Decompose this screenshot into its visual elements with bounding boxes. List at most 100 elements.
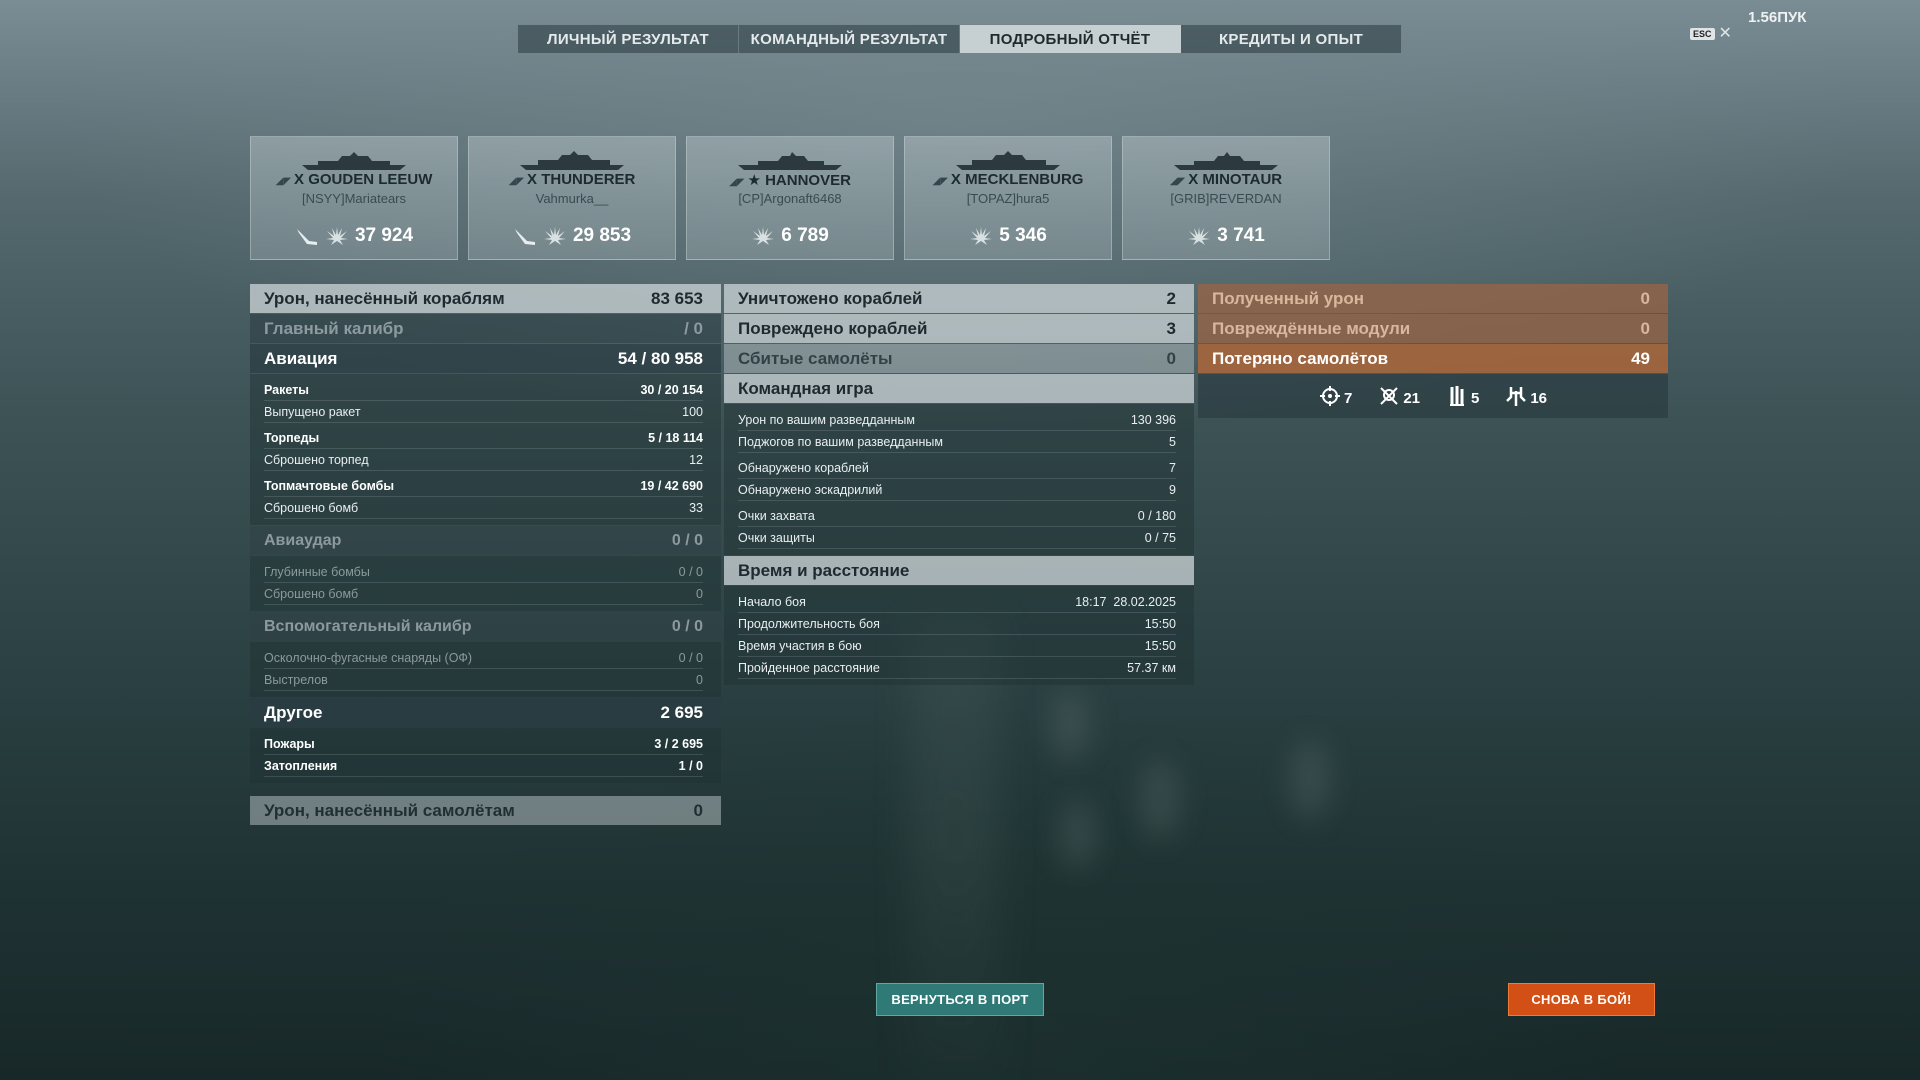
player-name: [CP]Argonaft6468	[738, 191, 842, 206]
row-value: 83 653	[651, 288, 703, 308]
main-battery-row: Главный калибр / 0	[250, 314, 721, 343]
row-value: 130 396	[1130, 412, 1176, 427]
close-icon: ✕	[1718, 25, 1732, 42]
ship-tier: ★	[747, 172, 761, 189]
time-distance-details: Начало боя 18:17 28.02.2025 Продолжительн…	[724, 586, 1194, 685]
skip-bombs-row: Топмачтовые бомбы 19 / 42 690	[264, 475, 703, 497]
row-label: Пожары	[264, 736, 315, 751]
ships-damaged-row: Повреждено кораблей 3	[724, 314, 1194, 343]
row-value: / 0	[684, 318, 703, 338]
row-value: 15:50	[1144, 616, 1176, 631]
bombs-dropped-row: Сброшено бомб 33	[264, 497, 703, 519]
return-to-port-button[interactable]: ВЕРНУТЬСЯ В ПОРТ	[876, 983, 1044, 1016]
row-value: 2	[1166, 288, 1176, 308]
row-value: 15:50	[1144, 638, 1176, 653]
participation-time-row: Время участия в бою 15:50	[738, 635, 1176, 657]
row-label: Выстрелов	[264, 672, 328, 687]
bomber-stat: 5	[1446, 385, 1479, 407]
row-label: Очки защиты	[738, 530, 815, 545]
row-value: 57.37 км	[1127, 660, 1176, 675]
ship-silhouette-icon	[1174, 152, 1278, 170]
spotting-fires-row: Поджогов по вашим разведданным 5	[738, 431, 1176, 453]
spotting-damage-row: Урон по вашим разведданным 130 396	[738, 409, 1176, 431]
damage-icon	[1188, 227, 1211, 245]
row-label: Главный калибр	[264, 318, 404, 338]
ship-name: ◢◤ X THUNDERER	[508, 171, 636, 188]
damage-icon	[752, 227, 775, 245]
plane-count: 16	[1530, 390, 1548, 407]
damage-value: 3 741	[1217, 225, 1265, 246]
battle-again-button[interactable]: СНОВА В БОЙ!	[1508, 983, 1655, 1016]
row-value: 19 / 42 690	[640, 478, 703, 493]
torpedoes-row: Торпеды 5 / 18 114	[264, 427, 703, 449]
close-button[interactable]: ESC ✕	[1690, 25, 1732, 42]
row-label: Полученный урон	[1212, 288, 1365, 308]
damage-icon	[543, 227, 566, 245]
ships-destroyed-row: Уничтожено кораблей 2	[724, 284, 1194, 313]
row-value: 30 / 20 154	[640, 382, 703, 397]
team-card[interactable]: ◢◤ X MINOTAUR [GRIB]REVERDAN 3 741	[1122, 136, 1330, 260]
battle-start-row: Начало боя 18:17 28.02.2025	[738, 591, 1176, 613]
row-label: Обнаружено кораблей	[738, 460, 869, 475]
airstrike-details: Глубинные бомбы 0 / 0 Сброшено бомб 0	[250, 556, 721, 611]
tab-detailed-report[interactable]: ПОДРОБНЫЙ ОТЧЁТ	[960, 25, 1181, 53]
planes-lost-breakdown: 7 21 5 16	[1198, 374, 1668, 418]
row-value: 0 / 180	[1137, 508, 1176, 523]
row-label: Сброшено торпед	[264, 452, 369, 467]
tab-credits-xp[interactable]: КРЕДИТЫ И ОПЫТ	[1181, 25, 1401, 53]
row-value: 3 / 2 695	[654, 736, 703, 751]
ship-silhouette-icon	[738, 152, 842, 170]
team-card[interactable]: ◢◤ X MECKLENBURG [TOPAZ]hura5 5 346	[904, 136, 1112, 260]
row-value: 5 / 18 114	[648, 430, 703, 445]
row-label: Пройденное расстояние	[738, 660, 880, 675]
card-stats: 3 741	[1123, 225, 1329, 247]
row-label: Ракеты	[264, 382, 309, 397]
ship-name: ◢◤ X MINOTAUR	[1169, 171, 1283, 188]
row-label: Сбитые самолёты	[738, 348, 893, 368]
row-value: 1 / 0	[678, 758, 703, 773]
ship-blur	[1140, 760, 1180, 840]
torpedoes-dropped-row: Сброшено торпед 12	[264, 449, 703, 471]
tab-personal-result[interactable]: ЛИЧНЫЙ РЕЗУЛЬТАТ	[518, 25, 739, 53]
row-value: 0	[696, 586, 703, 601]
version-label: 1.56ПУК	[1748, 9, 1807, 26]
damage-to-ships-row: Урон, нанесённый кораблям 83 653	[250, 284, 721, 313]
row-label: Затопления	[264, 758, 338, 773]
ship-tier: X	[1188, 171, 1199, 188]
bomber-icon	[1450, 386, 1464, 406]
damage-value: 5 346	[999, 225, 1047, 246]
team-card[interactable]: ◢◤ X GOUDEN LEEUW [NSYY]Mariatears 37 924	[250, 136, 458, 260]
row-value: 0 / 0	[678, 650, 703, 665]
team-card[interactable]: ◢◤ ★ HANNOVER [CP]Argonaft6468 6 789	[686, 136, 894, 260]
other-details: Пожары 3 / 2 695 Затопления 1 / 0	[250, 728, 721, 783]
row-label: Урон, нанесённый самолётам	[264, 800, 515, 820]
ship-name-text: THUNDERER	[541, 171, 636, 188]
row-label: Повреждено кораблей	[738, 318, 928, 338]
row-label: Топмачтовые бомбы	[264, 478, 395, 493]
defense-points-row: Очки защиты 0 / 75	[738, 527, 1176, 549]
ship-name-text: HANNOVER	[765, 172, 851, 189]
attack-aircraft-icon	[1319, 386, 1340, 406]
row-value: 0	[1640, 318, 1650, 338]
tab-team-result[interactable]: КОМАНДНЫЙ РЕЗУЛЬТАТ	[739, 25, 960, 53]
row-label: Вспомогательный калибр	[264, 617, 472, 635]
row-value: 3	[1166, 318, 1176, 338]
row-value: 0 / 75	[1144, 530, 1176, 545]
row-value: 0	[1166, 348, 1176, 368]
row-label: Глубинные бомбы	[264, 564, 370, 579]
damage-received-panel: Полученный урон 0 Повреждённые модули 0 …	[1198, 284, 1668, 418]
team-card[interactable]: ◢◤ X THUNDERER Vahmurka__ 29 853	[468, 136, 676, 260]
row-label: Потеряно самолётов	[1212, 348, 1389, 368]
section-title: Командная игра	[738, 378, 874, 398]
floods-row: Затопления 1 / 0	[264, 755, 703, 777]
player-name: [NSYY]Mariatears	[301, 191, 407, 206]
plane-icon	[514, 229, 535, 245]
battle-duration-row: Продолжительность боя 15:50	[738, 613, 1176, 635]
airstrike-row: Авиаудар 0 / 0	[250, 526, 721, 555]
fighter-stat: 16	[1505, 385, 1547, 407]
aviation-details: Ракеты 30 / 20 154 Выпущено ракет 100 Торп…	[250, 374, 721, 525]
other-row: Другое 2 695	[250, 698, 721, 727]
damaged-modules-row: Повреждённые модули 0	[1198, 314, 1668, 343]
row-label: Очки захвата	[738, 508, 815, 523]
rockets-row: Ракеты 30 / 20 154	[264, 379, 703, 401]
